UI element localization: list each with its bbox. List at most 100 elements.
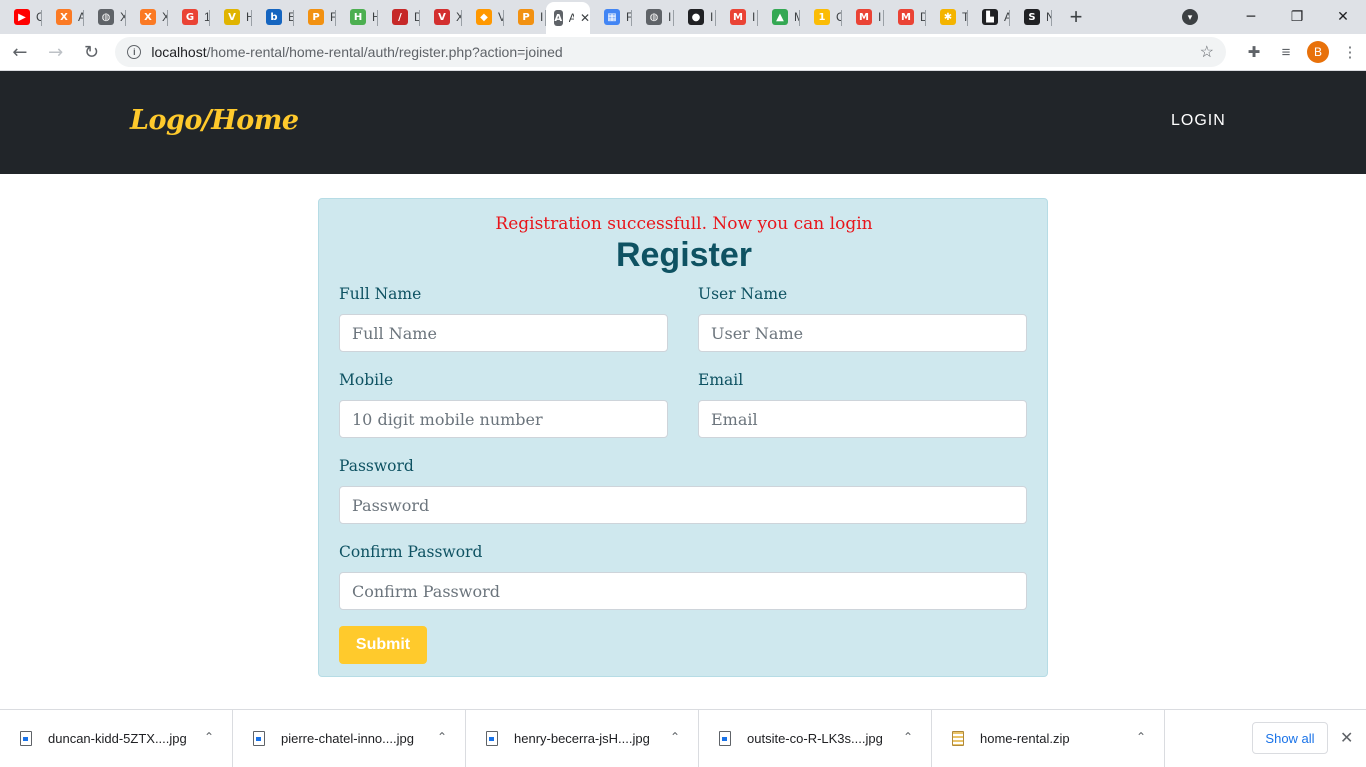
browser-tab[interactable]: A A ✕ <box>546 2 590 34</box>
confirm-password-input[interactable] <box>339 572 1027 610</box>
close-download-shelf-icon[interactable]: ✕ <box>1340 728 1353 747</box>
brand-logo-link[interactable]: Logo/Home <box>130 105 299 136</box>
gmail-icon: M <box>898 9 914 25</box>
tab-search-icon[interactable]: ▾ <box>1182 9 1198 25</box>
drive-icon: ▲ <box>772 9 788 25</box>
google-icon: 1 <box>814 9 830 25</box>
mobile-input[interactable] <box>339 400 668 438</box>
download-item[interactable]: home-rental.zip ⌃ <box>932 709 1165 767</box>
browser-tab-strip: ▶ C X A ◍ X X X G 1 V Hb E P F H H / D V X ◆ V P I A A ✕ ▦ F ◍ I ● I M I ▲ M 1… <box>0 0 1366 34</box>
url-host: localhost <box>151 44 207 60</box>
page-viewport: Logo/Home LOGIN Registration successfull… <box>0 71 1366 709</box>
bookmark-icon: V <box>224 9 240 25</box>
browser-tab[interactable]: MI <box>716 0 758 34</box>
download-item[interactable]: outsite-co-R-LK3s....jpg ⌃ <box>699 709 932 767</box>
browser-tab[interactable]: XA <box>42 0 84 34</box>
extensions-icon[interactable]: ✚ <box>1238 36 1270 68</box>
user-name-input[interactable] <box>698 314 1027 352</box>
show-all-downloads-button[interactable]: Show all <box>1252 722 1328 754</box>
tab-title: A <box>568 11 574 25</box>
grid-icon: ▦ <box>604 9 620 25</box>
profile-avatar[interactable]: B <box>1306 41 1329 63</box>
password-input[interactable] <box>339 486 1027 524</box>
browser-tab[interactable]: ◆ V <box>462 0 504 34</box>
chevron-up-icon[interactable]: ⌃ <box>670 730 680 744</box>
register-card: Registration successfull. Now you can lo… <box>318 198 1048 677</box>
tab-list: ▶ C X A ◍ X X X G 1 V Hb E P F H H / D V X ◆ V P I A A ✕ ▦ F ◍ I ● I M I ▲ M 1… <box>0 0 1052 34</box>
media-control-icon[interactable]: ≡ <box>1270 36 1302 68</box>
submit-button[interactable]: Submit <box>339 626 427 664</box>
success-alert: Registration successfull. Now you can lo… <box>495 214 873 234</box>
full-name-label: Full Name <box>339 285 422 303</box>
chevron-up-icon[interactable]: ⌃ <box>903 730 913 744</box>
reload-icon[interactable]: ↻ <box>76 36 108 68</box>
bookmark-star-icon[interactable]: ☆ <box>1200 42 1214 62</box>
register-title: Register <box>615 236 753 274</box>
window-controls: ▾ ─ ❐ ✕ <box>1182 0 1366 34</box>
download-filename: home-rental.zip <box>980 730 1070 746</box>
youtube-icon: ▶ <box>14 9 30 25</box>
full-name-input[interactable] <box>339 314 668 352</box>
browser-tab[interactable]: MD <box>884 0 926 34</box>
chevron-up-icon[interactable]: ⌃ <box>1136 730 1146 744</box>
download-items: duncan-kidd-5ZTX....jpg ⌃ pierre-chatel-in… <box>0 709 1165 767</box>
globe-icon: ◍ <box>98 9 114 25</box>
chevron-up-icon[interactable]: ⌃ <box>437 730 447 744</box>
forward-icon[interactable]: → <box>40 36 72 68</box>
browser-tab[interactable]: ▙ A <box>968 0 1010 34</box>
close-window-icon[interactable]: ✕ <box>1320 0 1366 34</box>
app-icon: S <box>1024 9 1040 25</box>
browser-tab[interactable]: MI <box>842 0 884 34</box>
login-nav-link[interactable]: LOGIN <box>1171 112 1226 130</box>
gmail-icon: M <box>856 9 872 25</box>
close-tab-icon[interactable]: ✕ <box>580 11 590 25</box>
url-text[interactable]: localhost/home-rental/home-rental/auth/r… <box>151 44 1199 60</box>
download-filename: pierre-chatel-inno....jpg <box>281 730 414 746</box>
browser-tab[interactable]: ● I <box>674 0 716 34</box>
browser-tab[interactable]: VX <box>420 0 462 34</box>
xampp-icon: X <box>140 9 156 25</box>
zip-file-icon <box>952 730 964 746</box>
user-name-label: User Name <box>698 285 788 303</box>
browser-tab[interactable]: VH <box>210 0 252 34</box>
image-file-icon <box>253 730 265 746</box>
browser-tab[interactable]: bE <box>252 0 294 34</box>
github-icon: ● <box>688 9 704 25</box>
browser-tab[interactable]: / D <box>378 0 420 34</box>
browser-tab[interactable]: SN <box>1010 0 1052 34</box>
browser-tab[interactable]: ◍ I <box>632 0 674 34</box>
chevron-up-icon[interactable]: ⌃ <box>204 730 214 744</box>
pen-icon: / <box>392 9 408 25</box>
google-icon: G <box>182 9 198 25</box>
browser-tab[interactable]: ✱ T <box>926 0 968 34</box>
download-item[interactable]: pierre-chatel-inno....jpg ⌃ <box>233 709 466 767</box>
diamond-icon: ◆ <box>476 9 492 25</box>
minimize-icon[interactable]: ─ <box>1228 0 1274 34</box>
restore-icon[interactable]: ❐ <box>1274 0 1320 34</box>
browser-tab[interactable]: ▲ M <box>758 0 800 34</box>
email-input[interactable] <box>698 400 1027 438</box>
image-file-icon <box>719 730 731 746</box>
xampp-icon: X <box>56 9 72 25</box>
image-file-icon <box>20 730 32 746</box>
browser-tab[interactable]: ◍ X <box>84 0 126 34</box>
globe-icon: ◍ <box>646 9 662 25</box>
back-icon[interactable]: ← <box>4 36 36 68</box>
new-tab-button[interactable]: + <box>1062 3 1090 31</box>
browser-tab[interactable]: PI <box>504 0 546 34</box>
browser-tab[interactable]: HH <box>336 0 378 34</box>
browser-tab[interactable]: PF <box>294 0 336 34</box>
menu-kebab-icon[interactable]: ⋮ <box>1334 36 1366 68</box>
pinwheel-icon: ✱ <box>940 9 956 25</box>
download-item[interactable]: duncan-kidd-5ZTX....jpg ⌃ <box>0 709 233 767</box>
site-info-icon[interactable]: i <box>127 45 142 59</box>
browser-tab[interactable]: G1 <box>168 0 210 34</box>
browser-tab[interactable]: ▦ F <box>590 0 632 34</box>
address-bar[interactable]: i localhost/home-rental/home-rental/auth… <box>115 37 1226 67</box>
download-filename: duncan-kidd-5ZTX....jpg <box>48 730 187 746</box>
browser-tab[interactable]: 1C <box>800 0 842 34</box>
browser-tab[interactable]: XX <box>126 0 168 34</box>
browser-tab[interactable]: ▶ C <box>0 0 42 34</box>
download-item[interactable]: henry-becerra-jsH....jpg ⌃ <box>466 709 699 767</box>
tab-title: N <box>1046 10 1052 24</box>
